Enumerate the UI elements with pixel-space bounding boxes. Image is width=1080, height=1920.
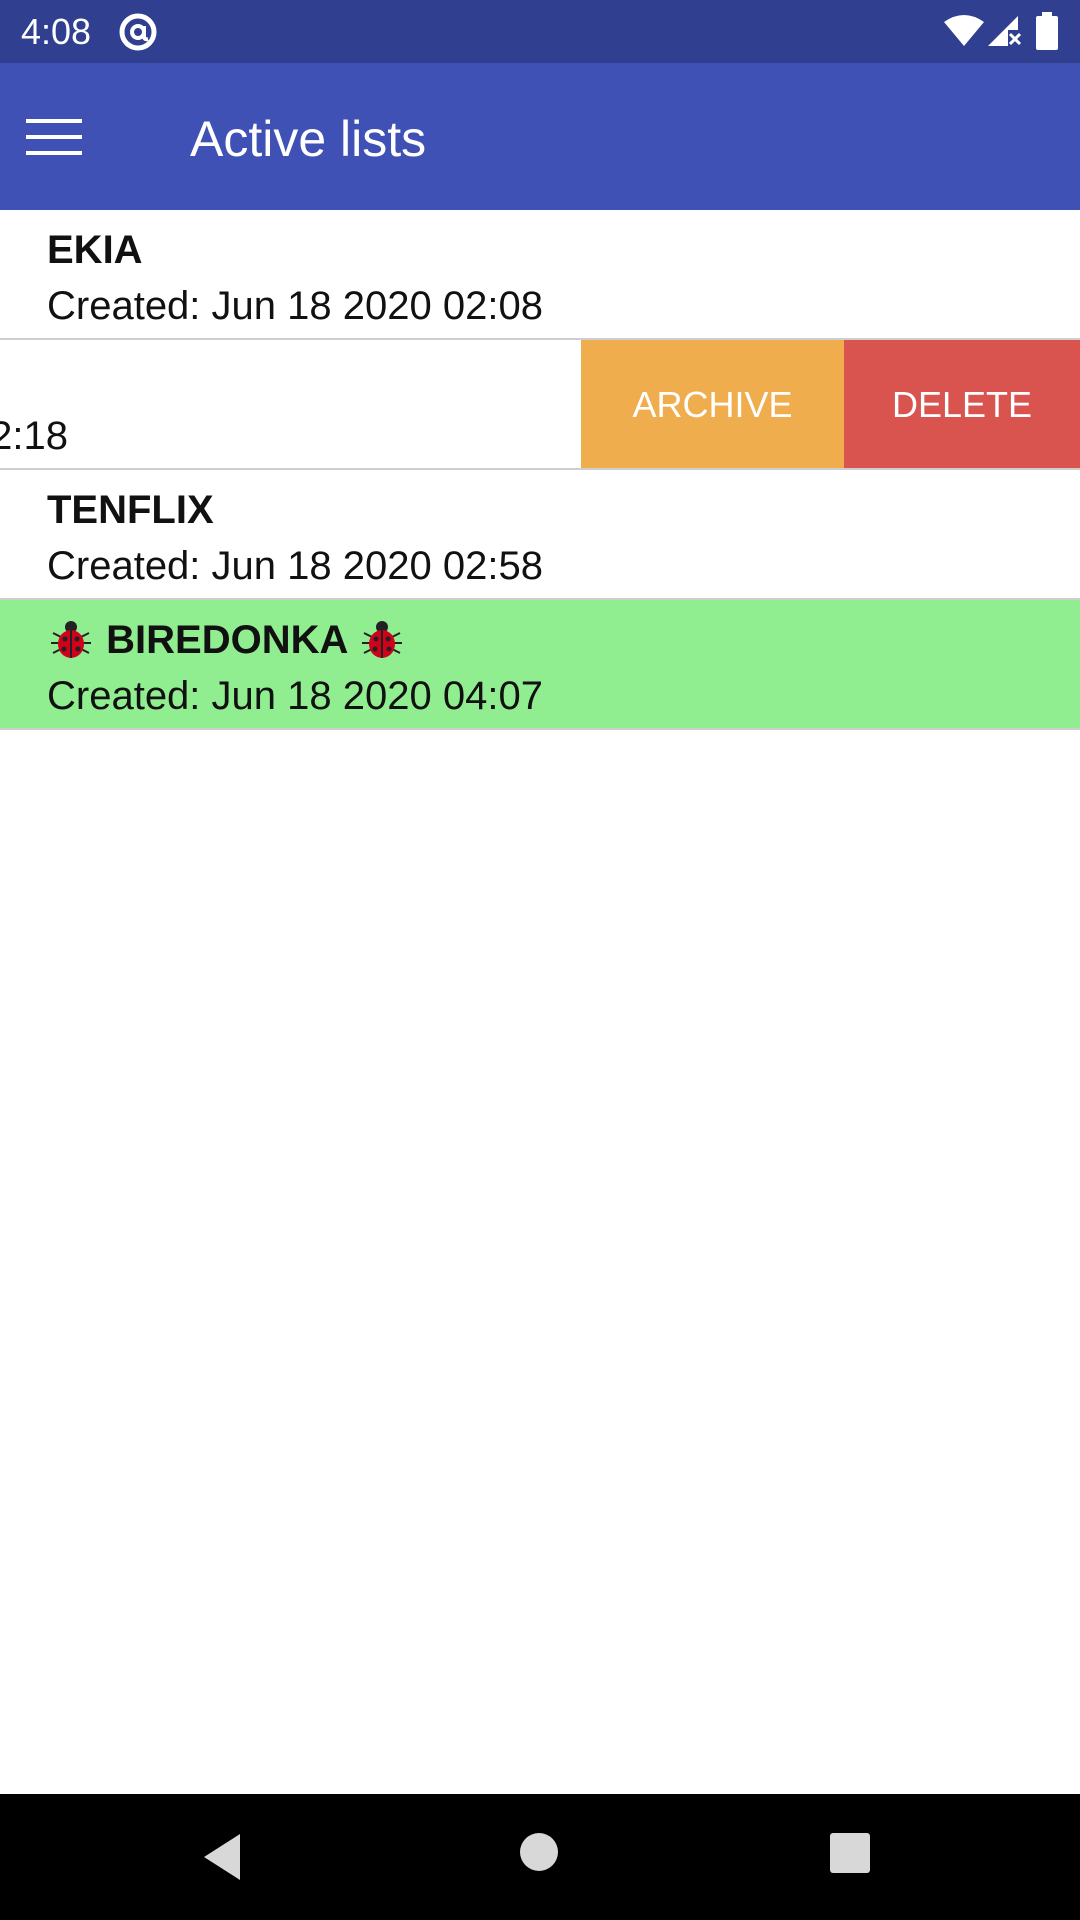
list-item-date: Created: Jun 18 2020 02:58 — [47, 544, 543, 588]
status-time: 4:08 — [21, 11, 92, 52]
list-item-biredonka[interactable]: BIREDONKA Created: Jun 18 2020 04:07 — [0, 600, 1080, 730]
ladybug-icon — [47, 619, 95, 670]
delete-button[interactable]: DELETE — [844, 340, 1080, 468]
list-item-title: EKIA — [47, 228, 143, 272]
archive-label: ARCHIVE — [632, 384, 793, 425]
delete-label: DELETE — [891, 384, 1033, 425]
list-item-ekia[interactable]: EKIA Created: Jun 18 2020 02:08 — [0, 210, 1080, 340]
page-title: Active lists — [190, 111, 427, 167]
at-sign-icon — [118, 12, 158, 57]
archive-button[interactable]: ARCHIVE — [581, 340, 844, 468]
ladybug-icon — [358, 619, 406, 670]
back-icon[interactable] — [200, 1832, 244, 1887]
battery-icon — [1036, 12, 1058, 55]
swiped-item-content[interactable]: 2:18 — [0, 340, 581, 468]
wifi-icon — [944, 14, 984, 53]
app-bar: Active lists — [0, 63, 1080, 210]
status-bar: 4:08 — [0, 0, 1080, 63]
list-item-title-row: BIREDONKA — [47, 616, 406, 670]
list-item-date: Created: Jun 18 2020 04:07 — [47, 674, 543, 718]
navigation-bar — [0, 1794, 1080, 1920]
lists-container: EKIA Created: Jun 18 2020 02:08 2:18 ARC… — [0, 210, 1080, 730]
hamburger-menu-icon — [26, 119, 82, 155]
list-item-date: Created: Jun 18 2020 02:08 — [47, 284, 543, 328]
menu-button[interactable] — [14, 97, 94, 177]
signal-icon — [986, 14, 1022, 53]
list-item-title: BIREDONKA — [106, 618, 347, 662]
list-item-title: TENFLIX — [47, 488, 214, 532]
list-item-date-partial: 2:18 — [0, 414, 68, 458]
home-icon[interactable] — [517, 1830, 561, 1879]
list-item-swiped[interactable]: 2:18 ARCHIVE DELETE — [0, 340, 1080, 470]
list-item-tenflix[interactable]: TENFLIX Created: Jun 18 2020 02:58 — [0, 470, 1080, 600]
recents-icon[interactable] — [829, 1832, 871, 1879]
